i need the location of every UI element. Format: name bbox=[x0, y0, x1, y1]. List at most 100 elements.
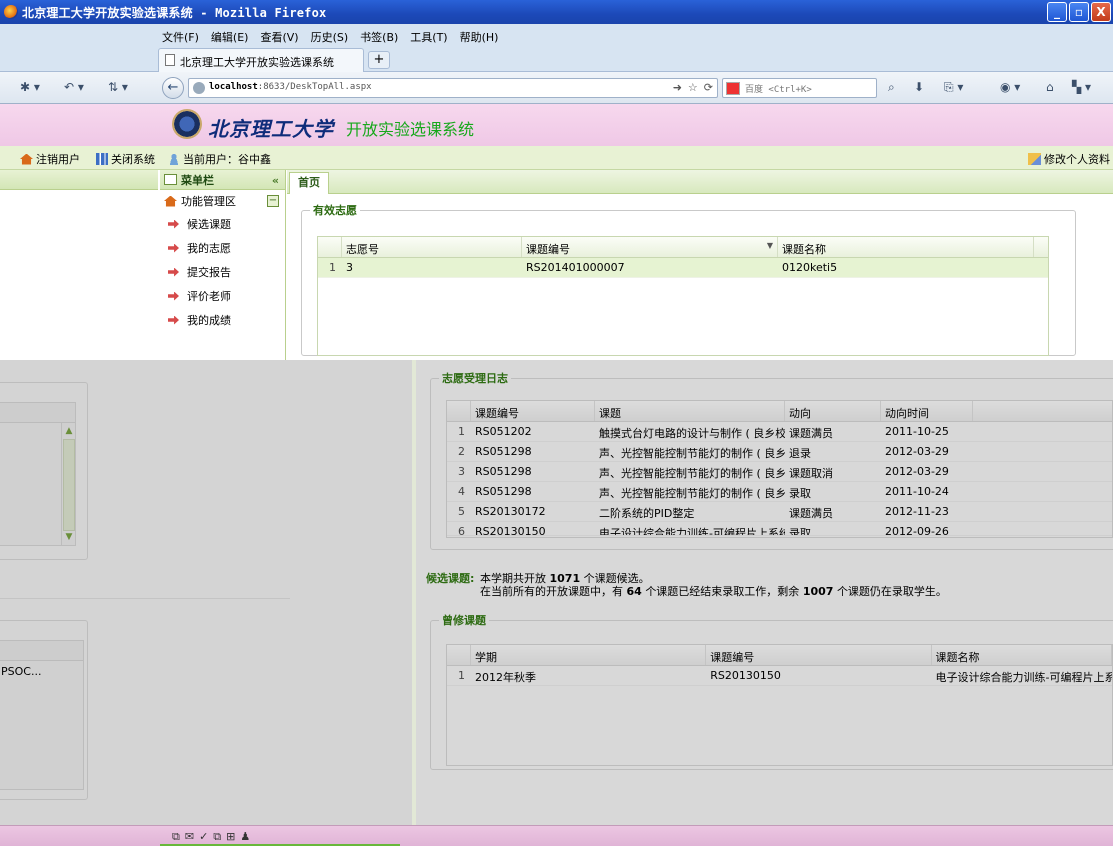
sidebar-item-my-wishes[interactable]: 我的志愿 bbox=[160, 236, 285, 260]
menu-file[interactable]: 文件(F) bbox=[162, 29, 199, 45]
menu-view[interactable]: 查看(V) bbox=[260, 29, 298, 45]
browser-tab[interactable]: 北京理工大学开放实验选课系统 bbox=[158, 48, 364, 72]
table-row[interactable]: 3 RS051298 声、光控智能控制节能灯的制作 ( 良乡 ) 课题取消 20… bbox=[447, 462, 1112, 482]
sidebar-item-my-grades[interactable]: 我的成绩 bbox=[160, 308, 285, 332]
school-logo bbox=[172, 109, 202, 139]
column-header-topic[interactable]: 课题 bbox=[595, 401, 785, 421]
close-window-button[interactable]: X bbox=[1091, 2, 1111, 22]
search-engine-icon[interactable] bbox=[726, 82, 740, 95]
main-tab-strip: 首页 bbox=[287, 170, 1113, 194]
logout-button[interactable]: 注销用户 bbox=[20, 151, 80, 167]
search-bar[interactable]: 百度 <Ctrl+K> bbox=[722, 78, 877, 98]
copy-icon[interactable]: ⧉ bbox=[213, 830, 221, 844]
cell-action: 课题满员 bbox=[789, 427, 833, 440]
person-icon[interactable]: ♟ bbox=[240, 830, 250, 844]
status-bar: ⧉ ✉ ✓ ⧉ ⊞ ♟ bbox=[0, 825, 1113, 846]
cell-topic: 声、光控智能控制节能灯的制作 ( 良乡 ) bbox=[599, 487, 785, 500]
scroll-thumb[interactable] bbox=[63, 439, 75, 531]
row-number-header bbox=[318, 237, 342, 257]
close-system-button[interactable]: 关闭系统 bbox=[96, 151, 155, 167]
table-row[interactable]: 6 RS20130150 电子设计综合能力训练-可编程片上系统 录取 2012-… bbox=[447, 522, 1112, 536]
menu-edit[interactable]: 编辑(E) bbox=[211, 29, 249, 45]
window-title: 北京理工大学开放实验选课系统 - Mozilla Firefox bbox=[22, 6, 327, 20]
user-icon bbox=[168, 153, 180, 165]
table-row[interactable]: 5 RS20130172 二阶系统的PID整定 课题满员 2012-11-23 bbox=[447, 502, 1112, 522]
menu-help[interactable]: 帮助(H) bbox=[460, 29, 499, 45]
sidebar-item-candidate-topics[interactable]: 候选课题 bbox=[160, 212, 285, 236]
check-icon[interactable]: ✓ bbox=[199, 830, 208, 844]
cell-action-time: 2012-11-23 bbox=[885, 505, 949, 518]
addon-status-icon[interactable]: ◉ ▾ bbox=[1000, 80, 1020, 96]
bookmark-star-icon[interactable]: ☆ bbox=[688, 81, 698, 94]
wish-log-grid: 课题编号 课题 动向 动向时间 1 RS051202 触摸式台灯电路的设计与制作… bbox=[446, 400, 1113, 538]
apps-icon[interactable]: ▚ ▾ bbox=[1072, 80, 1091, 96]
column-header-wish-no[interactable]: 志愿号 bbox=[342, 237, 522, 257]
sidebar-group-label: 功能管理区 bbox=[181, 195, 236, 208]
sidebar-item-label: 我的成绩 bbox=[187, 314, 231, 327]
addon-icon[interactable]: ✱ ▾ bbox=[20, 80, 40, 96]
close-system-label: 关闭系统 bbox=[111, 153, 155, 166]
cell-action-time: 2011-10-24 bbox=[885, 485, 949, 498]
cell-topic-code: RS051298 bbox=[475, 485, 532, 498]
browser-tab-strip: 北京理工大学开放实验选课系统 + bbox=[0, 48, 1113, 72]
collapse-group-button[interactable]: − bbox=[267, 195, 279, 207]
table-row[interactable]: 4 RS051298 声、光控智能控制节能灯的制作 ( 良乡 ) 录取 2011… bbox=[447, 482, 1112, 502]
url-bar[interactable]: localhost:8633/DeskTopAll.aspx ➜ ☆ ⟳ bbox=[188, 78, 718, 98]
column-header-topic-name[interactable]: 课题名称 bbox=[932, 645, 1112, 665]
table-row[interactable]: 1 2012年秋季 RS20130150 电子设计综合能力训练-可编程片上系统 bbox=[447, 666, 1112, 686]
minimize-button[interactable]: _ bbox=[1047, 2, 1067, 22]
table-row[interactable]: 1 RS051202 触摸式台灯电路的设计与制作 ( 良乡校区 课题满员 201… bbox=[447, 422, 1112, 442]
cell-topic-code: RS051298 bbox=[475, 465, 532, 478]
left-grid-header bbox=[0, 403, 75, 423]
share-icon[interactable]: ⧉ bbox=[172, 830, 180, 844]
grid-icon[interactable]: ⊞ bbox=[226, 830, 235, 844]
back-button[interactable]: ← bbox=[162, 77, 184, 99]
sidebar-item-label: 提交报告 bbox=[187, 266, 231, 279]
scroll-up-icon[interactable]: ▲ bbox=[63, 425, 75, 437]
column-header-action-time[interactable]: 动向时间 bbox=[881, 401, 973, 421]
go-icon[interactable]: ➜ bbox=[673, 81, 682, 94]
column-header-topic-name[interactable]: 课题名称 bbox=[778, 237, 1034, 257]
grid-header: 学期 课题编号 课题名称 bbox=[447, 645, 1112, 666]
column-header-topic-code[interactable]: 课题编号 ▼ bbox=[522, 237, 778, 257]
scroll-down-icon[interactable]: ▼ bbox=[63, 531, 75, 543]
cell-term: 2012年秋季 bbox=[474, 671, 536, 684]
maximize-button[interactable]: ▫ bbox=[1069, 2, 1089, 22]
column-header-topic-code[interactable]: 课题编号 bbox=[706, 645, 932, 665]
sidebar-item-rate-teacher[interactable]: 评价老师 bbox=[160, 284, 285, 308]
menu-tools[interactable]: 工具(T) bbox=[410, 29, 447, 45]
edit-profile-button[interactable]: 修改个人资料 bbox=[1028, 151, 1110, 167]
sidebar-item-submit-report[interactable]: 提交报告 bbox=[160, 260, 285, 284]
undo-icon[interactable]: ↶ ▾ bbox=[64, 80, 84, 96]
cell-action: 录取 bbox=[789, 527, 811, 535]
left-divider bbox=[0, 598, 290, 599]
menu-history[interactable]: 历史(S) bbox=[311, 29, 349, 45]
home-icon[interactable]: ⌂ bbox=[1046, 80, 1054, 96]
collapse-sidebar-button[interactable]: « bbox=[272, 174, 279, 187]
table-row[interactable]: 1 3 RS201401000007 0120keti5 bbox=[318, 258, 1048, 278]
new-tab-button[interactable]: + bbox=[368, 51, 390, 69]
column-header-topic-code[interactable]: 课题编号 bbox=[471, 401, 595, 421]
search-magnifier-icon[interactable]: ⌕ bbox=[888, 80, 895, 96]
search-placeholder: 百度 <Ctrl+K> bbox=[745, 85, 812, 95]
grid-header: 志愿号 课题编号 ▼ 课题名称 bbox=[318, 237, 1048, 258]
wish-log-legend: 志愿受理日志 bbox=[442, 372, 508, 385]
column-header-action[interactable]: 动向 bbox=[785, 401, 881, 421]
column-header-term[interactable]: 学期 bbox=[471, 645, 707, 665]
cell-action-time: 2012-03-29 bbox=[885, 465, 949, 478]
reload-icon[interactable]: ⟳ bbox=[704, 81, 713, 94]
table-row[interactable]: 2 RS051298 声、光控智能控制节能灯的制作 ( 良乡 ) 退录 2012… bbox=[447, 442, 1112, 462]
left-grid-scrollbar[interactable]: ▲ ▼ bbox=[61, 423, 75, 545]
arrow-right-icon bbox=[168, 315, 179, 325]
row-number-header bbox=[447, 645, 471, 665]
screenshot-icon[interactable]: ⎘ ▾ bbox=[944, 80, 963, 96]
sidebar-group-functions[interactable]: 功能管理区 − bbox=[160, 190, 285, 212]
cell-topic: 声、光控智能控制节能灯的制作 ( 良乡 ) bbox=[599, 447, 785, 460]
current-user-label: 当前用户：谷中鑫 bbox=[183, 153, 271, 166]
row-number: 2 bbox=[458, 445, 465, 458]
menu-bookmarks[interactable]: 书签(B) bbox=[360, 29, 398, 45]
download-icon[interactable]: ⬇ bbox=[914, 80, 924, 96]
mail-icon[interactable]: ✉ bbox=[185, 830, 194, 844]
tab-home[interactable]: 首页 bbox=[289, 172, 329, 194]
tools-icon[interactable]: ⇅ ▾ bbox=[108, 80, 128, 96]
